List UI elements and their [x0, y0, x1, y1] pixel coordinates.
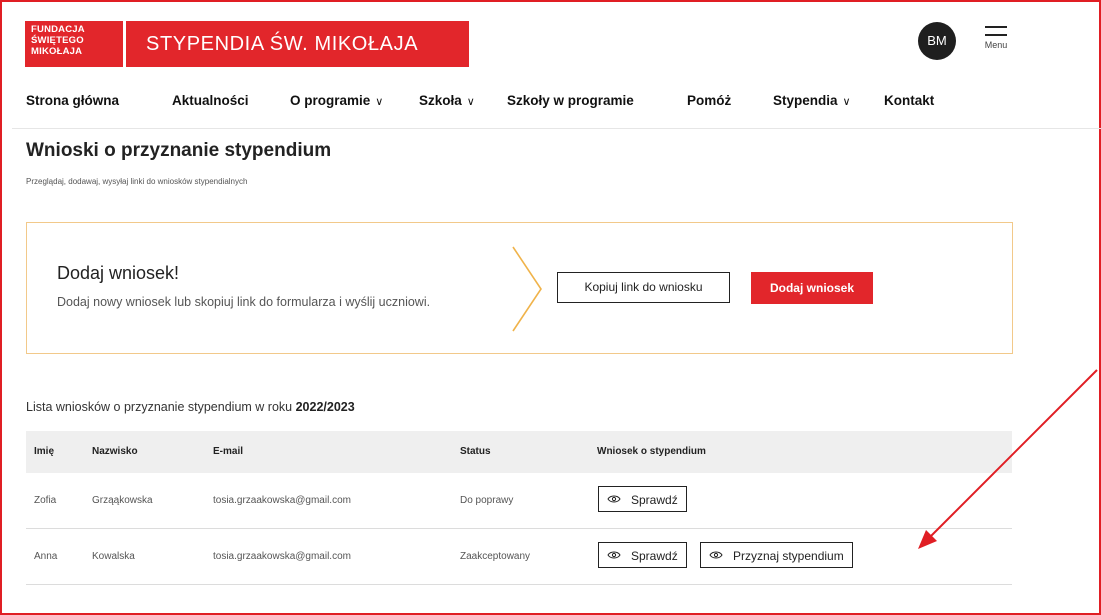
- check-application-button[interactable]: Sprawdź: [598, 486, 687, 512]
- check-application-button[interactable]: Sprawdź: [598, 542, 687, 568]
- cell-status: Zaakceptowany: [460, 551, 531, 562]
- chevron-down-icon: ∨: [375, 96, 384, 108]
- column-header-email: E-mail: [213, 446, 244, 457]
- nav-item-home[interactable]: Strona główna: [26, 93, 119, 108]
- menu-label: Menu: [984, 40, 1008, 50]
- eye-icon: [709, 551, 723, 559]
- page-subtitle: Przeglądaj, dodawaj, wysyłaj linki do wn…: [26, 177, 248, 186]
- add-application-card: Dodaj wniosek! Dodaj nowy wniosek lub sk…: [26, 222, 1013, 354]
- table-row: Anna Kowalska tosia.grzaakowska@gmail.co…: [26, 529, 1012, 585]
- chevron-right-icon: [512, 246, 542, 332]
- promo-description: Dodaj nowy wniosek lub skopiuj link do f…: [57, 295, 431, 309]
- page-title: Wnioski o przyznanie stypendium: [26, 140, 332, 161]
- hamburger-icon: [985, 34, 1007, 36]
- nav-item-about[interactable]: O programie ∨: [290, 93, 383, 108]
- cell-last-name: Grząąkowska: [92, 495, 153, 506]
- nav-label: Pomóż: [687, 93, 732, 108]
- list-caption: Lista wniosków o przyznanie stypendium w…: [26, 400, 355, 414]
- add-application-button[interactable]: Dodaj wniosek: [751, 272, 873, 304]
- nav-label: Szkoła: [419, 93, 462, 108]
- nav-item-schools[interactable]: Szkoły w programie: [507, 93, 634, 108]
- button-label: Przyznaj stypendium: [733, 548, 844, 563]
- table-header: Imię Nazwisko E-mail Status Wniosek o st…: [26, 431, 1012, 473]
- button-label: Sprawdź: [631, 492, 678, 507]
- nav-label: Szkoły w programie: [507, 93, 634, 108]
- promo-title: Dodaj wniosek!: [57, 263, 180, 283]
- list-caption-text: Lista wniosków o przyznanie stypendium w…: [26, 400, 293, 414]
- logo-line: ŚWIĘTEGO: [31, 35, 84, 46]
- eye-icon: [607, 551, 621, 559]
- nav-item-school[interactable]: Szkoła ∨: [419, 93, 475, 108]
- brand-title[interactable]: STYPENDIA ŚW. MIKOŁAJA: [126, 21, 469, 67]
- nav-item-contact[interactable]: Kontakt: [884, 93, 934, 108]
- nav-label: Strona główna: [26, 93, 120, 108]
- chevron-down-icon: ∨: [842, 96, 851, 108]
- column-header-first-name: Imię: [34, 446, 55, 457]
- cell-first-name: Anna: [34, 551, 58, 562]
- chevron-down-icon: ∨: [466, 96, 475, 108]
- column-header-status: Status: [460, 446, 491, 457]
- cell-first-name: Zofia: [34, 495, 57, 506]
- nav-label: Stypendia: [773, 93, 838, 108]
- cell-status: Do poprawy: [460, 495, 514, 506]
- nav-item-scholarships[interactable]: Stypendia ∨: [773, 93, 851, 108]
- column-header-last-name: Nazwisko: [92, 446, 138, 457]
- grant-scholarship-button[interactable]: Przyznaj stypendium: [700, 542, 853, 568]
- foundation-logo[interactable]: FUNDACJA ŚWIĘTEGO MIKOŁAJA: [25, 21, 123, 67]
- cell-email: tosia.grzaakowska@gmail.com: [213, 495, 351, 506]
- eye-icon: [607, 495, 621, 503]
- nav-item-help[interactable]: Pomóż: [687, 93, 731, 108]
- user-avatar[interactable]: BM: [918, 22, 956, 60]
- button-label: Sprawdź: [631, 548, 678, 563]
- nav-divider: [12, 128, 1101, 129]
- nav-item-news[interactable]: Aktualności: [172, 93, 249, 108]
- cell-email: tosia.grzaakowska@gmail.com: [213, 551, 351, 562]
- logo-line: MIKOŁAJA: [31, 46, 83, 57]
- nav-label: Kontakt: [884, 93, 935, 108]
- applications-table: Imię Nazwisko E-mail Status Wniosek o st…: [26, 431, 1012, 585]
- hamburger-icon: [985, 26, 1007, 28]
- menu-button[interactable]: Menu: [978, 26, 1014, 66]
- cell-last-name: Kowalska: [92, 551, 135, 562]
- logo-line: FUNDACJA: [31, 24, 85, 35]
- copy-link-button[interactable]: Kopiuj link do wniosku: [557, 272, 730, 303]
- site-header: FUNDACJA ŚWIĘTEGO MIKOŁAJA STYPENDIA ŚW.…: [0, 0, 1101, 130]
- nav-label: O programie: [290, 93, 371, 108]
- column-header-application: Wniosek o stypendium: [597, 446, 706, 457]
- table-row: Zofia Grząąkowska tosia.grzaakowska@gmai…: [26, 473, 1012, 529]
- academic-year: 2022/2023: [295, 400, 355, 414]
- nav-label: Aktualności: [172, 93, 249, 108]
